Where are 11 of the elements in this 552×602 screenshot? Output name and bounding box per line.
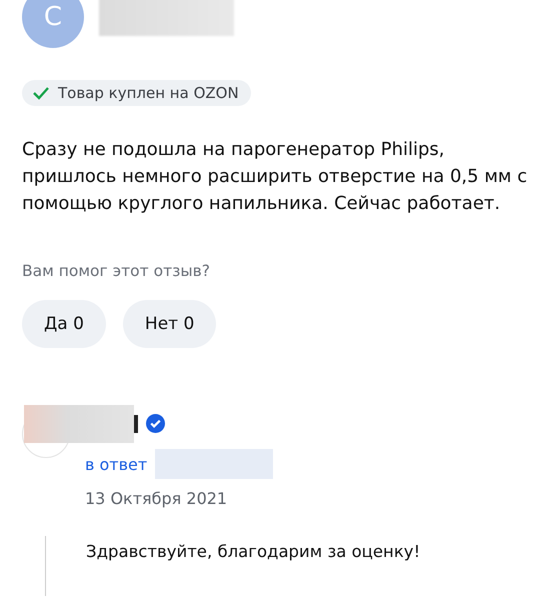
vote-button[interactable]: Да 0 [22, 300, 106, 348]
reply-date: 13 Октября 2021 [85, 489, 228, 508]
review-text: Сразу не подошла на парогенератор Philips, пришлось немного расширить отверстие на 0,5 мм с помощью круглого напильника. Сейчас работает. [22, 138, 528, 216]
avatar: С [22, 0, 84, 48]
reply-to-link[interactable]: в ответ [85, 454, 148, 474]
name-fragment [134, 415, 138, 433]
helpful-question: Вам помог этот отзыв? [22, 262, 211, 280]
badge-text: Товар куплен на OZON [58, 84, 239, 102]
reply-text: Здравствуйте, благодарим за оценку! [85, 542, 420, 563]
check-icon [32, 86, 50, 100]
vote-button[interactable]: Нет 0 [122, 300, 216, 348]
